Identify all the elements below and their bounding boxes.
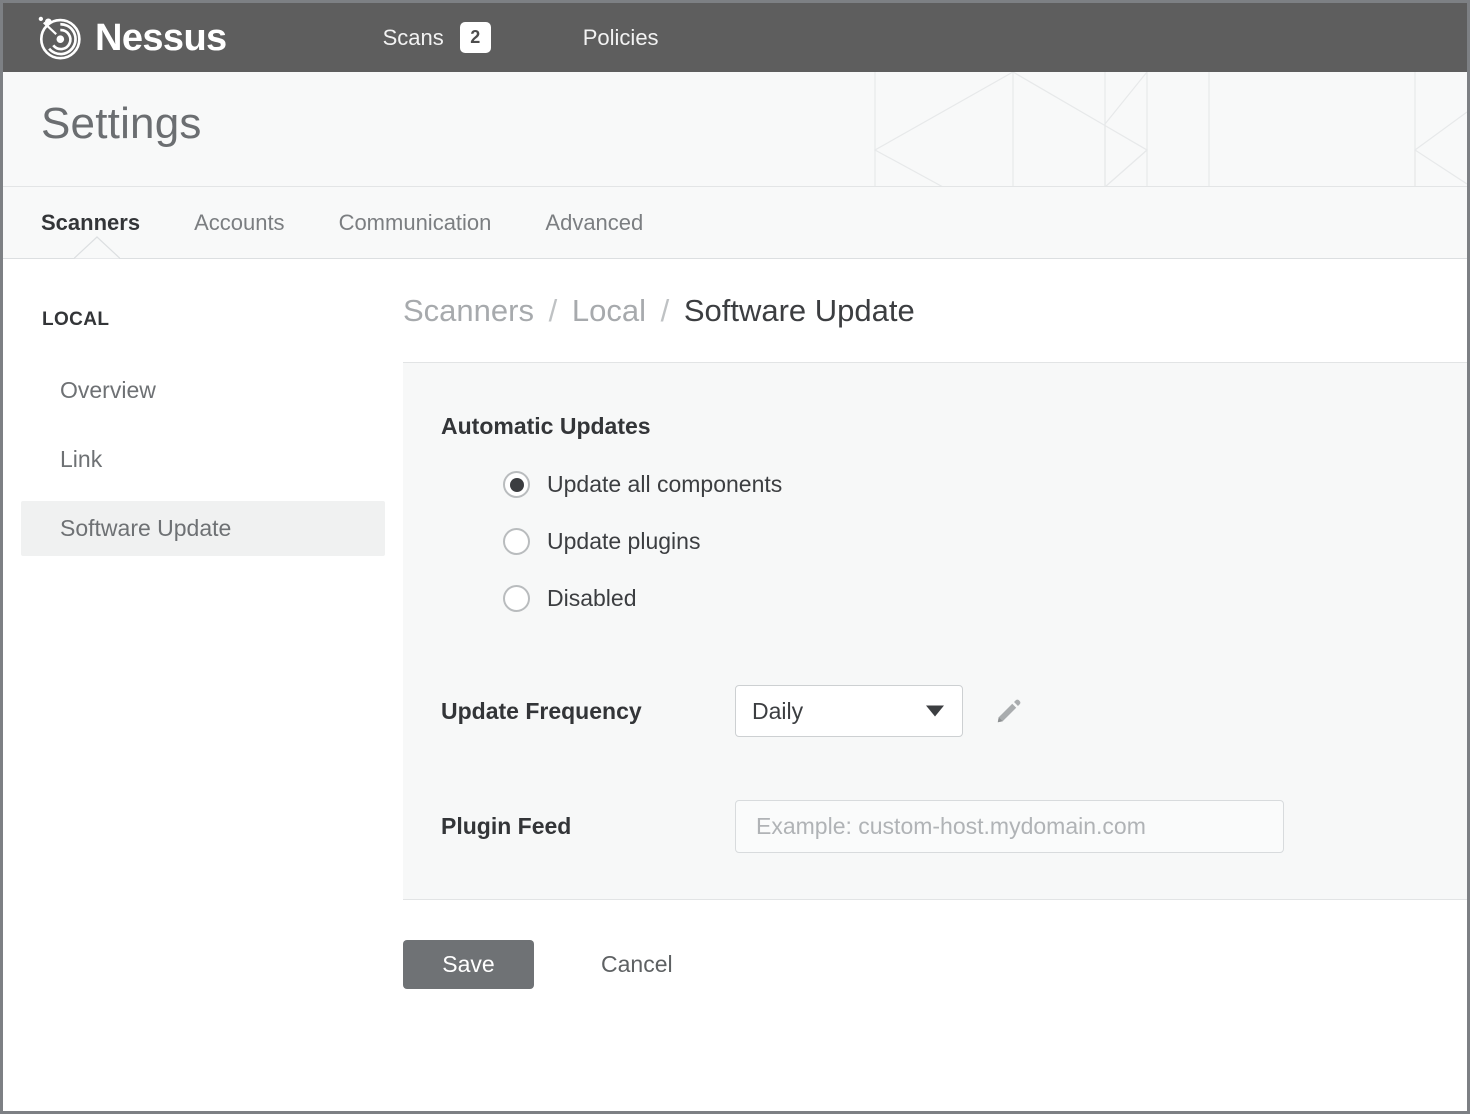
page-header: Settings <box>3 72 1467 187</box>
plugin-feed-input[interactable] <box>735 800 1284 853</box>
radio-label-update-all-components: Update all components <box>547 471 783 497</box>
form-actions: Save Cancel <box>403 900 1467 989</box>
main-content: Scanners / Local / Software Update Autom… <box>403 259 1467 1109</box>
radio-label-disabled: Disabled <box>547 585 637 611</box>
tab-communication[interactable]: Communication <box>339 210 519 236</box>
sidebar-heading-local: LOCAL <box>42 309 110 330</box>
nessus-spiral-logo-icon <box>38 16 81 60</box>
brand-name: Nessus <box>95 16 227 59</box>
update-frequency-value: Daily <box>752 697 804 724</box>
section-title-automatic-updates: Automatic Updates <box>441 413 651 439</box>
radio-option-update-plugins[interactable]: Update plugins <box>441 528 700 555</box>
content-area: LOCAL Overview Link Software Update Scan… <box>3 259 1467 1109</box>
field-plugin-feed: Plugin Feed <box>441 800 1467 853</box>
software-update-panel: Automatic Updates Update all components … <box>403 362 1467 900</box>
breadcrumb-separator: / <box>660 293 670 328</box>
field-update-frequency: Update Frequency Daily <box>441 685 1467 737</box>
save-button[interactable]: Save <box>403 940 534 989</box>
breadcrumb-item-software-update: Software Update <box>683 293 915 328</box>
nav-link-scans[interactable]: Scans 2 <box>361 22 513 53</box>
nav-links: Scans 2 Policies <box>361 22 681 53</box>
radio-option-disabled[interactable]: Disabled <box>441 585 637 612</box>
chevron-down-icon <box>926 705 944 717</box>
breadcrumb-separator: / <box>548 293 558 328</box>
tab-accounts[interactable]: Accounts <box>194 210 312 236</box>
sidebar-item-overview[interactable]: Overview <box>21 363 385 418</box>
breadcrumb-item-local[interactable]: Local <box>572 293 646 328</box>
field-label-update-frequency: Update Frequency <box>441 697 642 724</box>
radio-label-update-plugins: Update plugins <box>547 528 701 554</box>
breadcrumb: Scanners / Local / Software Update <box>403 293 1467 329</box>
radio-icon-update-all-components[interactable] <box>503 471 530 498</box>
tab-advanced[interactable]: Advanced <box>545 210 670 236</box>
pencil-icon[interactable] <box>995 697 1023 725</box>
sidebar: LOCAL Overview Link Software Update <box>3 259 403 1109</box>
nav-link-policies-label: Policies <box>582 24 659 50</box>
radio-icon-update-plugins[interactable] <box>503 528 530 555</box>
brand[interactable]: Nessus <box>33 11 227 64</box>
radio-option-update-all-components[interactable]: Update all components <box>441 471 782 498</box>
sidebar-item-link[interactable]: Link <box>21 432 385 487</box>
top-navigation-bar: Nessus Scans 2 Policies <box>3 3 1467 72</box>
nav-link-scans-label: Scans <box>382 24 444 50</box>
nav-link-policies[interactable]: Policies <box>561 25 681 51</box>
nessus-settings-window: Nessus Scans 2 Policies Settings Scanner… <box>0 0 1470 1114</box>
tab-scanners[interactable]: Scanners <box>41 210 167 236</box>
breadcrumb-item-scanners[interactable]: Scanners <box>403 293 534 328</box>
active-tab-indicator <box>74 235 120 259</box>
scans-count-badge: 2 <box>459 22 491 53</box>
sidebar-item-software-update[interactable]: Software Update <box>21 501 385 556</box>
field-label-plugin-feed: Plugin Feed <box>441 813 572 839</box>
header-watermark-pattern <box>873 72 1467 186</box>
settings-tabbar: Scanners Accounts Communication Advanced <box>3 187 1467 259</box>
cancel-button[interactable]: Cancel <box>601 951 673 978</box>
page-title: Settings <box>41 99 202 148</box>
update-frequency-select[interactable]: Daily <box>735 685 963 737</box>
radio-icon-disabled[interactable] <box>503 585 530 612</box>
